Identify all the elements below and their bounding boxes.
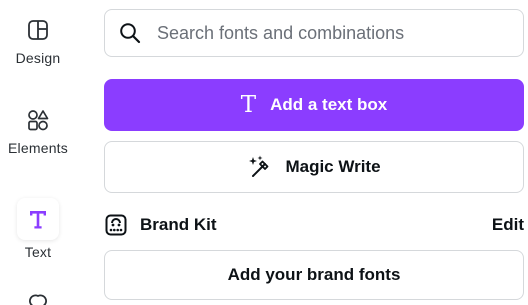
elements-icon (28, 110, 49, 131)
magic-write-label: Magic Write (285, 157, 381, 176)
search-input[interactable] (155, 21, 499, 45)
magic-wand-icon (247, 154, 273, 180)
add-brand-fonts-label: Add your brand fonts (227, 265, 401, 284)
rail-label-design: Design (15, 50, 61, 66)
text-icon (30, 211, 46, 229)
magic-write-button[interactable]: Magic Write (104, 141, 524, 193)
rail-label-text: Text (24, 244, 52, 260)
add-text-box-label: Add a text box (270, 95, 388, 114)
font-search-box[interactable] (104, 9, 524, 57)
brand-kit-header: Brand Kit Edit (104, 211, 524, 239)
upload-cloud-icon (29, 294, 47, 305)
add-text-box-button[interactable]: T Add a text box (104, 79, 524, 131)
search-icon (120, 23, 141, 44)
brand-kit-title: Brand Kit (140, 215, 217, 234)
text-t-icon: T (240, 91, 257, 118)
text-tab-tile (17, 198, 59, 240)
rail-item-elements[interactable]: Elements (0, 108, 76, 156)
side-rail: Design Elements Text (0, 0, 76, 305)
text-panel: T Add a text box Magic Write (104, 0, 528, 305)
rail-item-design[interactable]: Design (0, 18, 76, 66)
brand-kit-icon (104, 213, 128, 237)
rail-item-text[interactable]: Text (0, 198, 76, 260)
text-panel-screen: Design Elements Text Search fonts and co… (0, 0, 528, 305)
design-icon (28, 20, 48, 40)
add-brand-fonts-button[interactable]: Add your brand fonts (104, 250, 524, 300)
rail-label-elements: Elements (8, 140, 68, 156)
brand-kit-edit-link[interactable]: Edit (492, 215, 524, 235)
rail-item-partial[interactable] (0, 292, 76, 305)
